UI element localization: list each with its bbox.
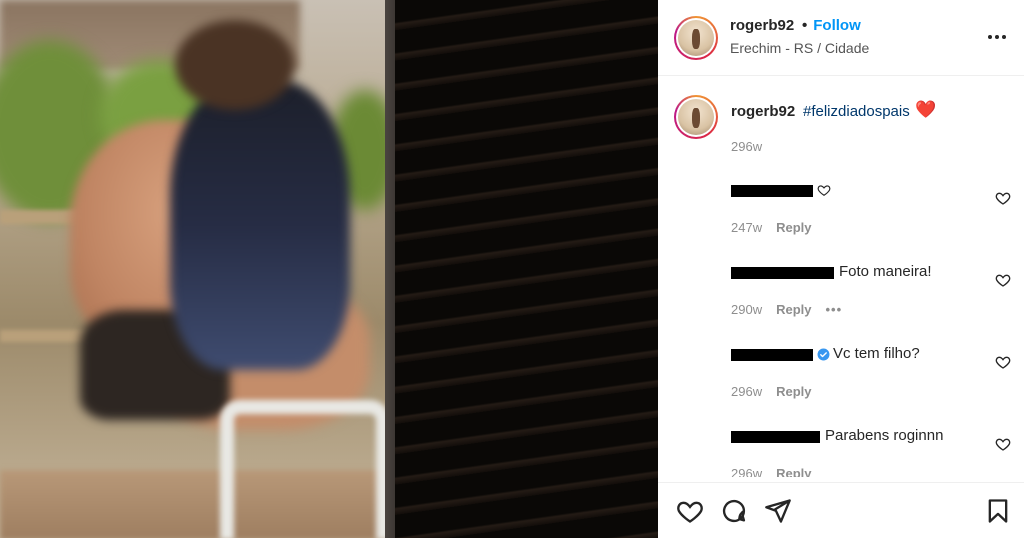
comment-like-heart-icon[interactable]: [995, 272, 1011, 288]
comment-meta: 296w Reply: [731, 384, 811, 399]
reply-button[interactable]: Reply: [776, 220, 811, 235]
heart-icon[interactable]: [676, 497, 704, 525]
redacted-username: [731, 349, 813, 361]
comment-text: Parabens roginnn: [825, 427, 944, 444]
comment-icon[interactable]: [720, 497, 748, 525]
comment-meta: 296w Reply: [731, 466, 811, 477]
reply-button[interactable]: Reply: [776, 384, 811, 399]
comment-item: 247w Reply: [658, 185, 1024, 265]
comment-timestamp[interactable]: 290w: [731, 302, 762, 317]
follow-label[interactable]: Follow: [813, 17, 861, 34]
comment-meta: 247w Reply: [731, 220, 811, 235]
photo-chair: [220, 400, 390, 538]
post-location[interactable]: Erechim - RS / Cidade: [730, 40, 869, 56]
photo-hair: [175, 20, 295, 110]
photo-child: [170, 80, 350, 370]
post-header: rogerb92 • Follow Erechim - RS / Cidade: [658, 0, 1024, 76]
post-actions-bar: [658, 482, 1024, 538]
send-icon[interactable]: [764, 497, 792, 525]
comment-meta: 290w Reply •••: [731, 302, 842, 317]
comment-options-icon[interactable]: •••: [825, 302, 842, 317]
follow-button[interactable]: • Follow: [802, 17, 861, 34]
avatar[interactable]: [674, 16, 718, 60]
redacted-username: [731, 185, 813, 197]
verified-badge-icon: [817, 348, 830, 361]
comment-text: Foto maneira!: [839, 263, 932, 280]
comments-list[interactable]: rogerb92 #felizdiadospais ❤️ 296w 247w R…: [658, 77, 1024, 477]
caption-avatar[interactable]: [674, 95, 718, 139]
comment-like-heart-icon[interactable]: [995, 354, 1011, 370]
bookmark-icon[interactable]: [984, 497, 1012, 525]
post-photo[interactable]: [0, 0, 658, 538]
caption-hashtag[interactable]: #felizdiadospais: [803, 103, 910, 120]
separator-dot: •: [802, 17, 808, 34]
caption-timestamp[interactable]: 296w: [731, 139, 762, 154]
comment-timestamp[interactable]: 247w: [731, 220, 762, 235]
comment-like-heart-icon[interactable]: [995, 190, 1011, 206]
caption-username[interactable]: rogerb92: [731, 103, 795, 120]
post-side-panel: rogerb92 • Follow Erechim - RS / Cidade r…: [658, 0, 1024, 538]
photo-window-shutter: [395, 0, 658, 538]
comment-item: Parabens roginnn 296w Reply: [658, 427, 1024, 477]
red-heart-emoji: ❤️: [915, 100, 937, 119]
reply-button[interactable]: Reply: [776, 302, 811, 317]
comment-like-heart-icon[interactable]: [995, 436, 1011, 452]
redacted-username: [731, 431, 820, 443]
photo-railing: [0, 330, 90, 342]
more-horizontal-icon[interactable]: [986, 26, 1008, 48]
small-heart-icon: [817, 185, 831, 196]
redacted-username: [731, 267, 834, 279]
comment-text: Vc tem filho?: [833, 345, 920, 362]
comment-item: Vc tem filho? 296w Reply: [658, 345, 1024, 429]
post-username[interactable]: rogerb92: [730, 17, 794, 34]
comment-timestamp[interactable]: 296w: [731, 384, 762, 399]
comment-item: Foto maneira! 290w Reply •••: [658, 263, 1024, 347]
reply-button[interactable]: Reply: [776, 466, 811, 477]
comment-timestamp[interactable]: 296w: [731, 466, 762, 477]
